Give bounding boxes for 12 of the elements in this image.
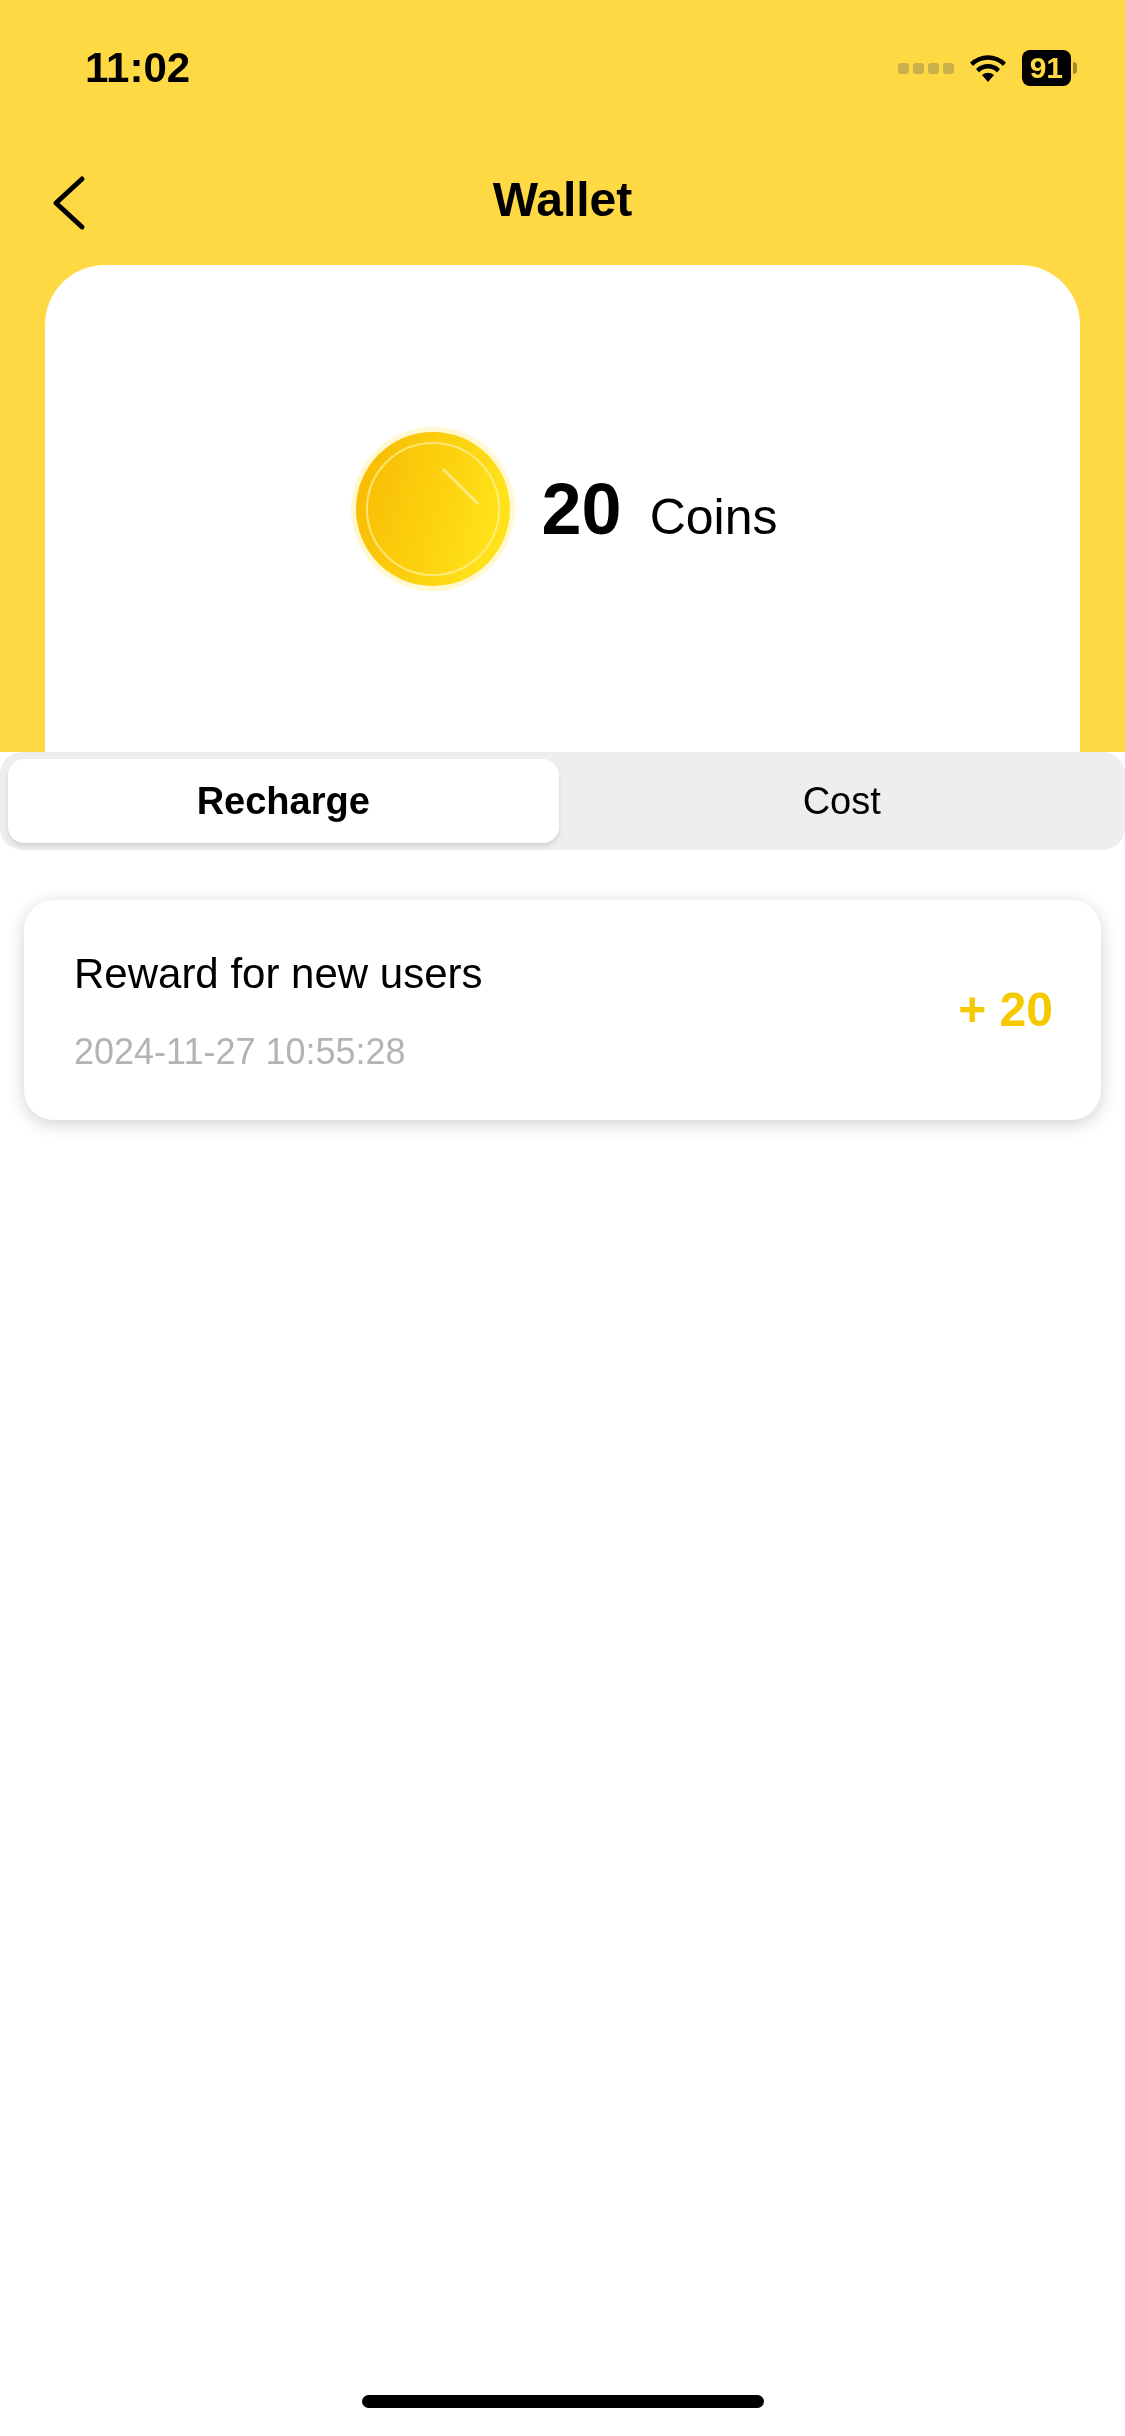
cellular-signal-icon bbox=[897, 60, 954, 75]
coin-unit: Coins bbox=[649, 487, 778, 547]
tab[interactable]: Cost bbox=[566, 759, 1117, 843]
battery-indicator: 91 bbox=[1021, 49, 1071, 86]
transaction-amount: + 20 bbox=[958, 982, 1053, 1038]
transaction-title: Reward for new users bbox=[74, 948, 483, 999]
coin-balance: 20 bbox=[541, 467, 622, 551]
page-title: Wallet bbox=[492, 172, 633, 228]
transaction-time: 2024-11-27 10:55:28 bbox=[74, 1029, 407, 1074]
tab[interactable]: Recharge bbox=[8, 759, 559, 843]
wifi-icon bbox=[967, 52, 1008, 83]
status-time: 11:02 bbox=[85, 43, 191, 93]
